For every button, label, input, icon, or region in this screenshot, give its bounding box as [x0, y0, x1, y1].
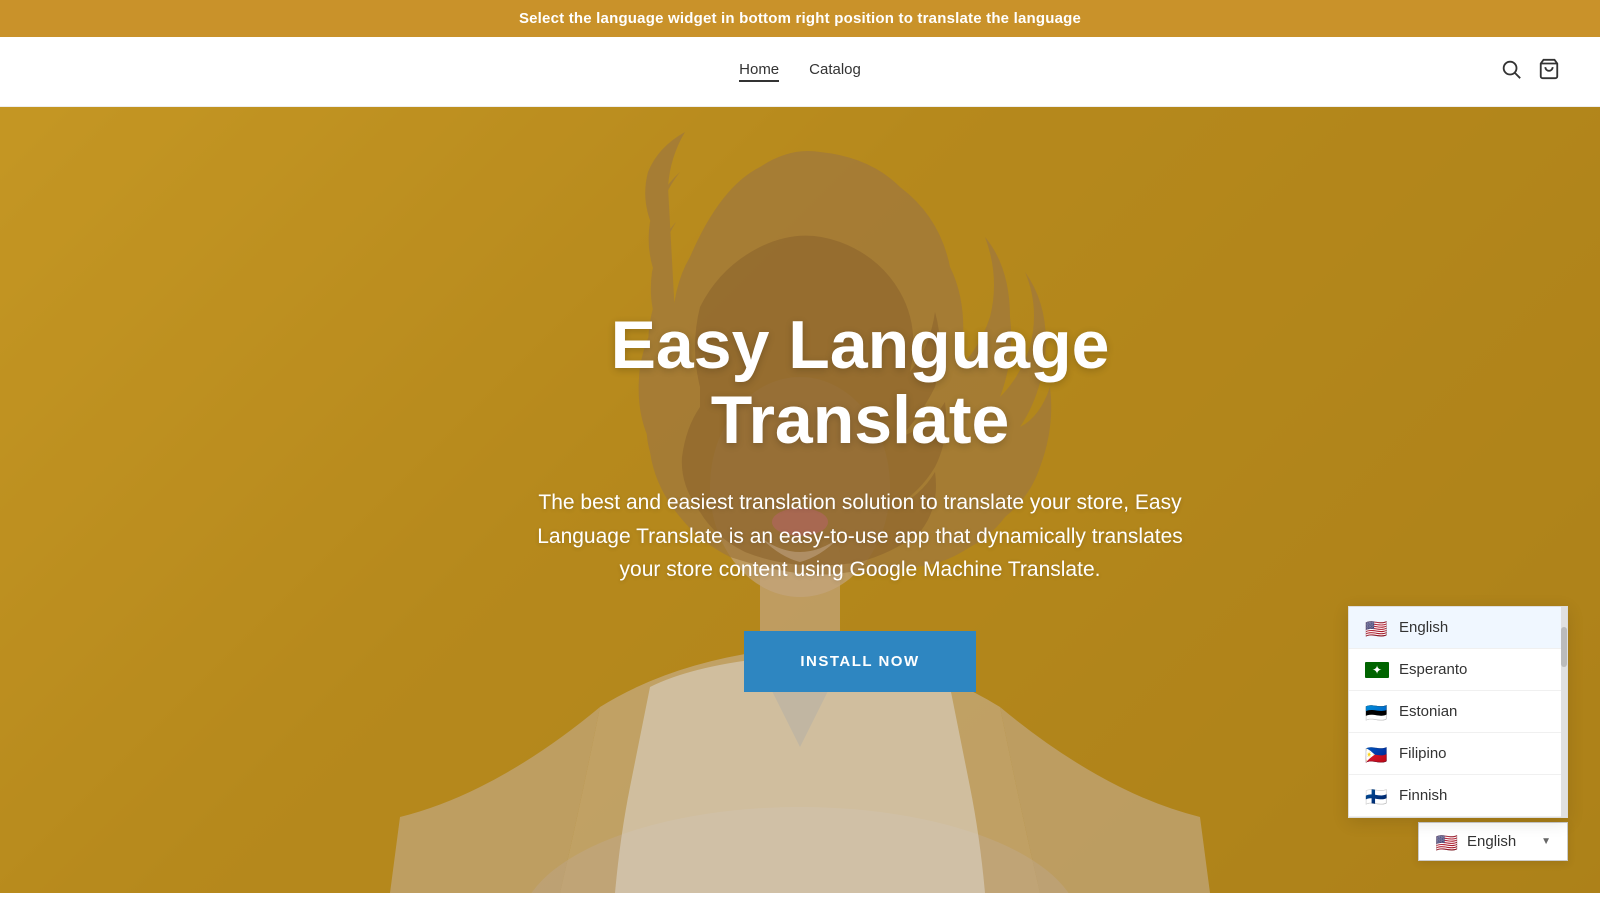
nav-link-catalog[interactable]: Catalog — [809, 61, 861, 82]
search-icon — [1500, 58, 1522, 80]
lang-option-english[interactable]: 🇺🇸 English — [1349, 607, 1567, 649]
flag-english: 🇺🇸 — [1365, 620, 1389, 636]
hero-content: Easy Language Translate The best and eas… — [375, 308, 1225, 691]
banner-text: Select the language widget in bottom rig… — [519, 10, 1081, 27]
language-dropdown-list: 🇺🇸 English ✦ Esperanto 🇪🇪 Estonian 🇵🇭 Fi… — [1348, 606, 1568, 818]
chevron-down-icon: ▼ — [1541, 836, 1551, 847]
nav-link-home[interactable]: Home — [739, 61, 779, 82]
main-nav: Home Catalog — [0, 37, 1600, 107]
flag-estonian: 🇪🇪 — [1365, 704, 1389, 720]
lang-option-filipino[interactable]: 🇵🇭 Filipino — [1349, 733, 1567, 775]
scrollbar-thumb[interactable] — [1561, 627, 1567, 667]
current-language-label: English — [1467, 833, 1516, 850]
nav-actions — [1500, 58, 1560, 86]
cart-button[interactable] — [1538, 58, 1560, 86]
language-widget: 🇺🇸 English ✦ Esperanto 🇪🇪 Estonian 🇵🇭 Fi… — [1348, 606, 1568, 861]
lang-label-finnish: Finnish — [1399, 787, 1447, 804]
lang-option-esperanto[interactable]: ✦ Esperanto — [1349, 649, 1567, 691]
lang-label-esperanto: Esperanto — [1399, 661, 1467, 678]
install-now-button[interactable]: INSTALL NOW — [744, 631, 975, 692]
lang-label-estonian: Estonian — [1399, 703, 1457, 720]
flag-current: 🇺🇸 — [1435, 834, 1459, 850]
lang-selector-left: 🇺🇸 English — [1435, 833, 1516, 850]
cart-icon — [1538, 58, 1560, 80]
nav-links: Home Catalog — [739, 61, 861, 82]
hero-title: Easy Language Translate — [495, 308, 1225, 458]
flag-filipino: 🇵🇭 — [1365, 746, 1389, 762]
lang-label-filipino: Filipino — [1399, 745, 1447, 762]
lang-option-estonian[interactable]: 🇪🇪 Estonian — [1349, 691, 1567, 733]
lang-option-finnish[interactable]: 🇫🇮 Finnish — [1349, 775, 1567, 817]
flag-finnish: 🇫🇮 — [1365, 788, 1389, 804]
announcement-banner: Select the language widget in bottom rig… — [0, 0, 1600, 37]
hero-subtitle: The best and easiest translation solutio… — [520, 486, 1200, 587]
flag-esperanto: ✦ — [1365, 662, 1389, 678]
hero-section: Easy Language Translate The best and eas… — [0, 107, 1600, 893]
language-selector-button[interactable]: 🇺🇸 English ▼ — [1418, 822, 1568, 861]
lang-label-english: English — [1399, 619, 1448, 636]
scrollbar-track — [1561, 607, 1567, 817]
search-button[interactable] — [1500, 58, 1522, 86]
